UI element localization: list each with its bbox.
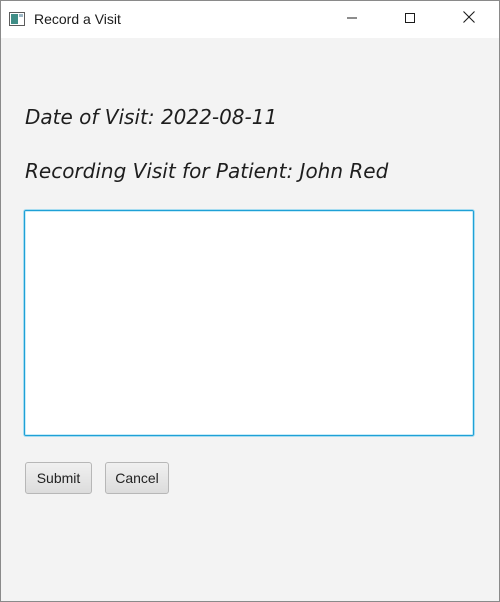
close-icon bbox=[462, 10, 476, 29]
patient-label: Recording Visit for Patient: John Red bbox=[25, 159, 389, 183]
cancel-button[interactable]: Cancel bbox=[105, 462, 169, 494]
date-of-visit-label: Date of Visit: 2022-08-11 bbox=[25, 105, 278, 129]
minimize-icon bbox=[346, 11, 358, 29]
window-title: Record a Visit bbox=[34, 11, 121, 27]
minimize-button[interactable] bbox=[323, 1, 381, 38]
title-bar: Record a Visit bbox=[1, 1, 499, 38]
maximize-icon bbox=[404, 11, 416, 29]
visit-notes-textarea[interactable] bbox=[24, 210, 474, 436]
app-window-icon bbox=[9, 12, 25, 26]
close-button[interactable] bbox=[440, 1, 498, 38]
maximize-button[interactable] bbox=[381, 1, 439, 38]
submit-button[interactable]: Submit bbox=[25, 462, 92, 494]
record-visit-window: Record a Visit Date of Visit: 2022-08-11… bbox=[0, 0, 500, 602]
